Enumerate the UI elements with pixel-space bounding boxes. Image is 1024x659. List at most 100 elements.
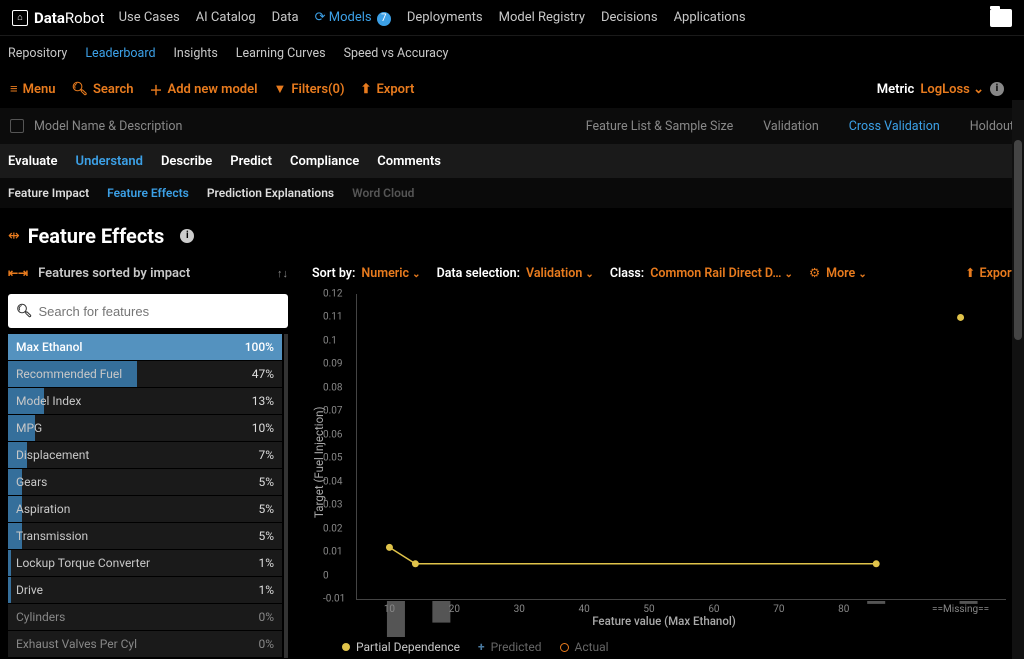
nav-deployments[interactable]: Deployments (407, 10, 483, 25)
feature-row-gears[interactable]: Gears 5% (8, 469, 282, 495)
understand-subtabs: Feature Impact Feature Effects Prediction … (0, 178, 1024, 208)
nav-model-registry[interactable]: Model Registry (499, 10, 585, 25)
feature-row-lockup-torque-converter[interactable]: Lockup Torque Converter1% (8, 550, 282, 576)
info-icon[interactable]: i (990, 82, 1004, 96)
data-selection-select[interactable]: Validation ⌄ (526, 266, 594, 281)
nav-models[interactable]: ⟳ Models 7 (315, 10, 391, 25)
plus-icon: ＋ (150, 80, 163, 99)
legend-plus-icon: + (478, 640, 485, 654)
y-tick: 0.06 (323, 429, 343, 440)
gear-icon[interactable]: ⚙ (809, 265, 820, 281)
feature-row-model-index[interactable]: Model Index13% (8, 388, 282, 414)
menu-label: Menu (23, 82, 56, 97)
tab-understand[interactable]: Understand (76, 154, 143, 169)
scrollbar-thumb[interactable] (1014, 140, 1022, 340)
menu-icon: ≡ (10, 81, 18, 97)
col-validation[interactable]: Validation (763, 119, 819, 134)
collapse-icon[interactable]: ⇤⇥ (8, 266, 28, 280)
subnav-leaderboard[interactable]: Leaderboard (85, 46, 155, 61)
nav-applications[interactable]: Applications (674, 10, 746, 25)
feature-row-recommended-fuel[interactable]: Recommended Fuel47% (8, 361, 282, 387)
feature-name: Displacement (16, 448, 89, 462)
subnav-speed-vs-accuracy[interactable]: Speed vs Accuracy (344, 46, 449, 61)
feature-bar (8, 550, 11, 576)
legend-partial[interactable]: Partial Dependence (342, 640, 460, 654)
feature-name: Transmission (16, 529, 88, 543)
nav-ai-catalog[interactable]: AI Catalog (196, 10, 256, 25)
feature-row-displacement[interactable]: Displacement 7% (8, 442, 282, 468)
info-icon[interactable]: i (180, 229, 194, 243)
search-button[interactable]: 🔍︎Search (71, 82, 133, 97)
chart-body: -0.0100.010.020.030.040.050.060.070.080.… (356, 294, 1006, 600)
search-icon: 🔍︎ (71, 82, 88, 97)
menu-button[interactable]: ≡ Menu (10, 81, 55, 97)
legend-actual[interactable]: Actual (560, 640, 609, 654)
tab-predict[interactable]: Predict (230, 154, 272, 169)
feature-name: Model Index (16, 394, 81, 408)
col-cross-validation[interactable]: Cross Validation (849, 119, 940, 134)
feature-name: Cylinders (16, 610, 65, 624)
nav-use-cases[interactable]: Use Cases (119, 10, 180, 25)
vertical-scrollbar[interactable] (1012, 100, 1024, 659)
y-tick: 0.08 (323, 382, 343, 393)
logo-text-bold: Data (34, 9, 65, 27)
feature-search-input[interactable] (39, 304, 280, 319)
filters-button[interactable]: ▼Filters(0) (274, 81, 345, 97)
class-select[interactable]: Common Rail Direct D… ⌄ (650, 266, 793, 281)
class-label: Class: (610, 266, 644, 281)
feature-search[interactable]: 🔍︎ (8, 294, 288, 328)
feature-row-transmission[interactable]: Transmission 5% (8, 523, 282, 549)
feature-row-mpg[interactable]: MPG10% (8, 415, 282, 441)
export-button[interactable]: ⬆Export (361, 82, 415, 97)
subtab-prediction-explanations[interactable]: Prediction Explanations (207, 186, 334, 200)
feature-value: 5% (258, 502, 274, 516)
legend-predicted-label: Predicted (491, 640, 542, 654)
chevron-down-icon: ⌄ (412, 269, 420, 280)
feature-value: 7% (258, 448, 274, 462)
metric-selector[interactable]: Metric LogLoss ⌄ i (877, 82, 1014, 97)
tab-evaluate[interactable]: Evaluate (8, 154, 58, 169)
folder-icon[interactable] (990, 9, 1012, 27)
select-all-checkbox[interactable] (10, 119, 24, 133)
tab-compliance[interactable]: Compliance (290, 154, 359, 169)
col-holdout[interactable]: Holdout (970, 119, 1014, 134)
x-tick: 40 (579, 604, 590, 615)
export-icon: ⬆ (361, 82, 372, 97)
feature-panel-title: Features sorted by impact (38, 266, 190, 281)
feature-list: Max Ethanol100%Recommended Fuel47%Model … (8, 334, 288, 658)
sort-toggle[interactable]: ↑↓ (277, 267, 288, 280)
subtab-feature-impact[interactable]: Feature Impact (8, 186, 89, 200)
sub-nav: Repository Leaderboard Insights Learning Cu… (0, 36, 1024, 70)
col-model-name[interactable]: Model Name & Description (34, 119, 182, 134)
subnav-repository[interactable]: Repository (8, 46, 67, 61)
tab-comments[interactable]: Comments (377, 154, 441, 169)
feature-value: 5% (258, 529, 274, 543)
tab-describe[interactable]: Describe (161, 154, 212, 169)
y-tick: 0.04 (323, 476, 343, 487)
nav-data[interactable]: Data (272, 10, 299, 25)
subnav-learning-curves[interactable]: Learning Curves (236, 46, 326, 61)
nav-decisions[interactable]: Decisions (601, 10, 658, 25)
add-model-button[interactable]: ＋Add new model (150, 80, 258, 99)
feature-name: MPG (16, 421, 42, 435)
feature-row-cylinders[interactable]: Cylinders0% (8, 604, 282, 630)
chart-export-button[interactable]: ⬆ Export (965, 265, 1016, 281)
feature-row-drive[interactable]: Drive1% (8, 577, 282, 603)
sort-by-select[interactable]: Numeric ⌄ (361, 266, 420, 281)
feature-name: Lockup Torque Converter (16, 556, 150, 570)
col-feature-list[interactable]: Feature List & Sample Size (586, 119, 734, 134)
logo[interactable]: ⌂ DataRobot (12, 9, 105, 27)
y-tick: 0 (323, 570, 329, 581)
feature-name: Gears (16, 475, 47, 489)
model-tabs: Evaluate Understand Describe Predict Complia… (0, 144, 1024, 178)
feature-row-max-ethanol[interactable]: Max Ethanol100% (8, 334, 282, 360)
feature-value: 5% (258, 475, 274, 489)
more-select[interactable]: More ⌄ (826, 266, 867, 281)
feature-row-exhaust-valves-per-cyl[interactable]: Exhaust Valves Per Cyl0% (8, 631, 282, 657)
feature-row-aspiration[interactable]: Aspiration5% (8, 496, 282, 522)
feature-name: Drive (16, 583, 43, 597)
legend-predicted[interactable]: + Predicted (478, 640, 541, 654)
subnav-insights[interactable]: Insights (174, 46, 218, 61)
subtab-feature-effects[interactable]: Feature Effects (107, 186, 189, 200)
y-tick: 0.05 (323, 453, 343, 464)
